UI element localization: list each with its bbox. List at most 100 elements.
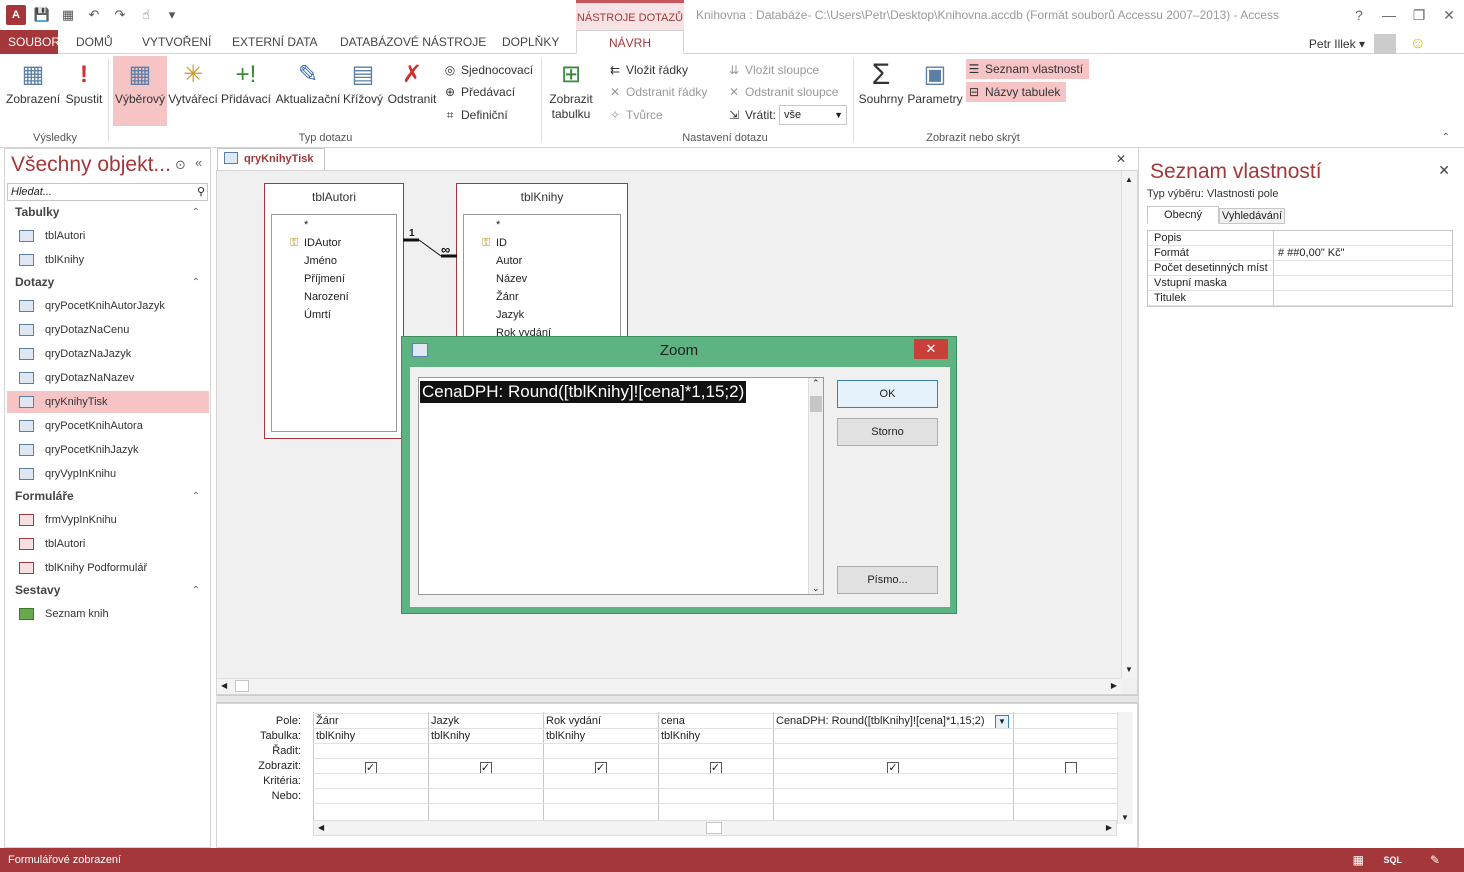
nav-item[interactable]: qryDotazNaJazyk	[7, 343, 209, 365]
tab-general[interactable]: Obecný	[1147, 206, 1219, 224]
nav-item[interactable]: qryPocetKnihAutorJazyk	[7, 295, 209, 317]
collapse-ribbon-icon[interactable]: ⌃	[1442, 132, 1450, 143]
collapse-group-icon[interactable]: ⌃	[192, 277, 200, 288]
pane-splitter[interactable]	[216, 695, 1138, 703]
grid-table-cell[interactable]	[773, 729, 1013, 744]
field-item[interactable]: Žánr	[496, 291, 519, 303]
save-icon[interactable]: 💾	[32, 5, 52, 25]
grid-field-cell[interactable]: Jazyk	[428, 714, 543, 729]
nav-item[interactable]: qryDotazNaNazev	[7, 367, 209, 389]
field-item[interactable]: Jazyk	[496, 309, 524, 321]
append-button[interactable]: +! Přidávací	[220, 56, 272, 126]
union-button[interactable]: ◎ Sjednocovací	[442, 60, 533, 80]
field-item[interactable]: IDAutor	[304, 237, 341, 249]
data-definition-button[interactable]: ⌗ Definiční	[442, 105, 508, 125]
property-sheet-button[interactable]: ☰ Seznam vlastností	[966, 59, 1090, 79]
nav-item[interactable]: tblKnihy Podformulář	[7, 557, 209, 579]
grid-field-cell[interactable]: CenaDPH: Round([tblKnihy]![cena]*1,15;2)	[773, 714, 995, 729]
nav-group-header[interactable]: Dotazy	[15, 275, 54, 289]
tab-database-tools[interactable]: DATABÁZOVÉ NÁSTROJE	[332, 30, 494, 54]
textarea-scrollbar[interactable]: ⌃ ⌄	[808, 378, 823, 594]
close-property-sheet-icon[interactable]: ✕	[1438, 162, 1450, 179]
field-item[interactable]: *	[304, 219, 308, 231]
font-button[interactable]: Písmo...	[837, 566, 938, 594]
touch-mode-icon[interactable]: ☝	[136, 5, 156, 25]
scroll-right-icon[interactable]: ▶	[1106, 823, 1112, 832]
nav-search-input[interactable]: Hledat... ⚲	[7, 183, 208, 201]
nav-item[interactable]: tblKnihy	[7, 249, 209, 271]
nav-title[interactable]: Všechny objekt...	[11, 153, 171, 177]
collapse-group-icon[interactable]: ⌃	[192, 491, 200, 502]
scroll-down-icon[interactable]: ▼	[1121, 813, 1129, 822]
collapse-nav-icon[interactable]: «	[195, 155, 202, 170]
tab-create[interactable]: VYTVOŘENÍ	[134, 30, 219, 54]
nav-group-header[interactable]: Sestavy	[15, 583, 60, 597]
return-select[interactable]: vše ▼	[779, 105, 847, 125]
grid-field-cell[interactable]	[1013, 714, 1128, 729]
datasheet-view-icon[interactable]: ▦	[1353, 848, 1364, 872]
nav-item[interactable]: tblAutori	[7, 225, 209, 247]
property-row[interactable]: Formát # ##0,00" Kč"	[1148, 246, 1452, 261]
delete-columns-button[interactable]: ✕ Odstranit sloupce	[726, 82, 838, 102]
grid-horizontal-scrollbar[interactable]: ◀ ▶	[313, 820, 1117, 836]
table-box-tblKnihy[interactable]: tblKnihy * ⚿ ID Autor Název Žánr Jazyk R…	[456, 183, 628, 344]
update-button[interactable]: ✎ Aktualizační	[274, 56, 342, 126]
property-value[interactable]	[1274, 276, 1452, 290]
scroll-left-icon[interactable]: ◀	[318, 823, 324, 832]
property-value[interactable]	[1274, 261, 1452, 275]
field-item[interactable]: Autor	[496, 255, 522, 267]
field-item[interactable]: *	[496, 219, 500, 231]
grid-table-cell[interactable]: tblKnihy	[543, 729, 658, 744]
nav-item[interactable]: tblAutori	[7, 533, 209, 555]
show-table-button[interactable]: ⊞ Zobrazit tabulku	[546, 56, 596, 136]
parameters-button[interactable]: ▣ Parametry	[907, 56, 963, 126]
property-row[interactable]: Vstupní maska	[1148, 276, 1452, 291]
grid-field-cell[interactable]: cena	[658, 714, 773, 729]
grid-table-cell[interactable]	[1013, 729, 1128, 744]
property-value[interactable]	[1274, 231, 1452, 245]
nav-item[interactable]: qryDotazNaCenu	[7, 319, 209, 341]
search-icon[interactable]: ⚲	[197, 184, 205, 200]
field-item[interactable]: Jméno	[304, 255, 337, 267]
document-tab-qryKnihyTisk[interactable]: qryKnihyTisk	[217, 148, 325, 170]
property-row[interactable]: Titulek	[1148, 291, 1452, 306]
property-row[interactable]: Počet desetinných míst	[1148, 261, 1452, 276]
nav-group-header[interactable]: Formuláře	[15, 489, 74, 503]
tab-lookup[interactable]: Vyhledávání	[1219, 208, 1285, 224]
grid-vertical-scrollbar[interactable]: ▼	[1117, 712, 1133, 824]
minimize-button[interactable]: —	[1374, 0, 1404, 30]
scroll-down-icon[interactable]: ▼	[1125, 665, 1133, 674]
close-window-button[interactable]: ✕	[1434, 0, 1464, 30]
scroll-thumb[interactable]	[235, 680, 249, 692]
nav-item[interactable]: qryPocetKnihAutora	[7, 415, 209, 437]
ok-button[interactable]: OK	[837, 380, 938, 408]
nav-item[interactable]: Seznam knih	[7, 603, 209, 625]
redo-icon[interactable]: ↷	[110, 5, 130, 25]
view-button[interactable]: ▦ Zobrazení	[6, 56, 60, 126]
table-names-button[interactable]: ⊟ Názvy tabulek	[966, 82, 1067, 102]
delete-query-button[interactable]: ✗ Odstranit	[386, 56, 438, 126]
nav-menu-icon[interactable]: ⊙	[175, 157, 186, 173]
table-box-tblAutori[interactable]: tblAutori * ⚿ IDAutor Jméno Příjmení Nar…	[264, 183, 404, 439]
grid-table-cell[interactable]: tblKnihy	[428, 729, 543, 744]
relationship-line[interactable]: 1 ∞	[403, 226, 459, 266]
customize-qat-icon[interactable]: ▾	[162, 5, 182, 25]
make-table-button[interactable]: ✳ Vytvářecí	[168, 56, 218, 126]
nav-group-header[interactable]: Tabulky	[15, 205, 59, 219]
property-value[interactable]: # ##0,00" Kč"	[1274, 246, 1452, 260]
grid-field-cell[interactable]: Rok vydání	[543, 714, 658, 729]
tab-file[interactable]: SOUBOR	[0, 30, 60, 54]
smiley-feedback-icon[interactable]: ☺	[1410, 35, 1426, 52]
insert-columns-button[interactable]: ⇊ Vložit sloupce	[726, 60, 819, 80]
close-dialog-button[interactable]: ✕	[914, 339, 948, 359]
nav-item[interactable]: qryKnihyTisk	[7, 391, 209, 413]
insert-rows-button[interactable]: ⇇ Vložit řádky	[607, 60, 688, 80]
tab-design[interactable]: NÁVRH	[576, 30, 684, 54]
user-account[interactable]: Petr Illek ▾ ☺	[1309, 34, 1426, 56]
select-query-button[interactable]: ▦ Výběrový	[113, 56, 167, 126]
delete-rows-button[interactable]: ✕ Odstranit řádky	[607, 82, 707, 102]
nav-item[interactable]: qryPocetKnihJazyk	[7, 439, 209, 461]
nav-item[interactable]: frmVypInKnihu	[7, 509, 209, 531]
collapse-group-icon[interactable]: ⌃	[192, 207, 200, 218]
scroll-up-icon[interactable]: ⌃	[812, 378, 820, 389]
